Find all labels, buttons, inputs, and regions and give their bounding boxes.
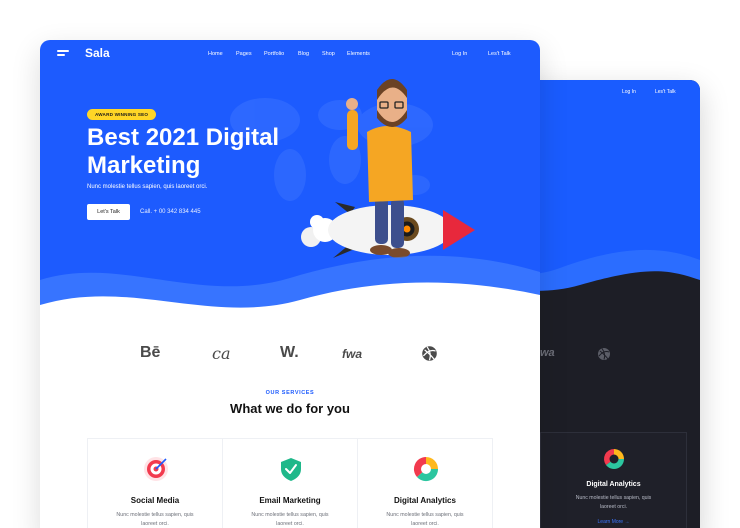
login-link[interactable]: Log In (622, 89, 636, 95)
service-description: Nunc molestie tellus sapien, quis laoree… (223, 511, 357, 528)
desc-line: laoreet orci. (411, 521, 439, 527)
service-title: Digital Analytics (586, 481, 641, 488)
dribbble-icon (598, 348, 610, 360)
desc-line: Nunc molestie tellus sapien, quis (251, 512, 329, 518)
service-card-digital-analytics[interactable]: Digital Analytics Nunc molestie tellus s… (357, 438, 493, 528)
desc-line: laoreet orci. (141, 521, 169, 527)
nav-link-home[interactable]: Home (208, 51, 223, 57)
service-title: Digital Analytics (394, 496, 456, 505)
target-icon (144, 457, 168, 481)
nav-link-portfolio[interactable]: Portfolio (264, 51, 284, 57)
fwa-logo: fwa (342, 347, 363, 361)
desc-line: Nunc molestie tellus sapien, quis (386, 512, 464, 518)
award-badge: AWARD WINNING SEO (87, 109, 157, 120)
hamburger-menu-icon[interactable] (57, 50, 69, 58)
desc-line: laoreet orci. (276, 521, 304, 527)
service-title: Social Media (130, 496, 180, 505)
dark-service-card[interactable]: Digital Analytics Nunc molestie tellus s… (540, 432, 687, 528)
shield-check-icon (281, 458, 301, 481)
service-description: Nunc molestie tellus sapien, quis laoree… (358, 511, 492, 528)
talk-link[interactable]: Les't Talk (655, 89, 676, 95)
top-nav: Sala Home Pages Portfolio Blog Shop Elem… (40, 40, 540, 68)
light-preview-card: Sala Home Pages Portfolio Blog Shop Elem… (40, 40, 540, 528)
dribbble-icon (422, 346, 437, 361)
nav-link-blog[interactable]: Blog (298, 51, 309, 57)
nav-link-shop[interactable]: Shop (322, 51, 335, 57)
service-title: Email Marketing (259, 496, 321, 505)
desc-line: laoreet orci. (599, 504, 628, 510)
nav-link-pages[interactable]: Pages (236, 51, 252, 57)
service-description: Nunc molestie tellus sapien, quis laoree… (88, 511, 222, 528)
login-link[interactable]: Log In (452, 51, 467, 57)
stage: ements Log In Les't Talk (0, 0, 740, 528)
lets-talk-button[interactable]: Let's Talk (87, 204, 130, 220)
hero-headline: Best 2021 Digital Marketing (87, 124, 280, 179)
pie-chart-icon (604, 449, 624, 469)
services-kicker: OUR SERVICES (265, 390, 315, 396)
hero-subline: Nunc molestie tellus sapien, quis laoree… (87, 184, 208, 190)
hero-section: Sala Home Pages Portfolio Blog Shop Elem… (40, 40, 540, 342)
learn-more-link[interactable]: Learn More → (541, 519, 686, 525)
pie-chart-icon (413, 456, 439, 482)
talk-link[interactable]: Les't Talk (488, 51, 511, 57)
hero-wave (40, 255, 540, 342)
nav-link-elements[interactable]: Elements (347, 51, 370, 57)
desc-line: Nunc molestie tellus sapien, quis (575, 495, 652, 501)
ca-logo: ca (212, 344, 231, 363)
webflow-logo: W. (280, 344, 299, 361)
service-description: Nunc molestie tellus sapien, quis laoree… (541, 494, 686, 512)
services-title: What we do for you (230, 401, 350, 416)
desc-line: Nunc molestie tellus sapien, quis (116, 512, 194, 518)
service-card-social-media[interactable]: Social Media Nunc molestie tellus sapien… (87, 438, 223, 528)
fwa-logo: wa (540, 347, 555, 359)
brand-logo[interactable]: Sala (85, 46, 110, 60)
rocket-character-illustration (301, 79, 475, 258)
call-number: Call. + 00 342 834 445 (140, 209, 201, 215)
behance-logo: Bē (140, 344, 161, 361)
service-card-email-marketing[interactable]: Email Marketing Nunc molestie tellus sap… (222, 438, 358, 528)
